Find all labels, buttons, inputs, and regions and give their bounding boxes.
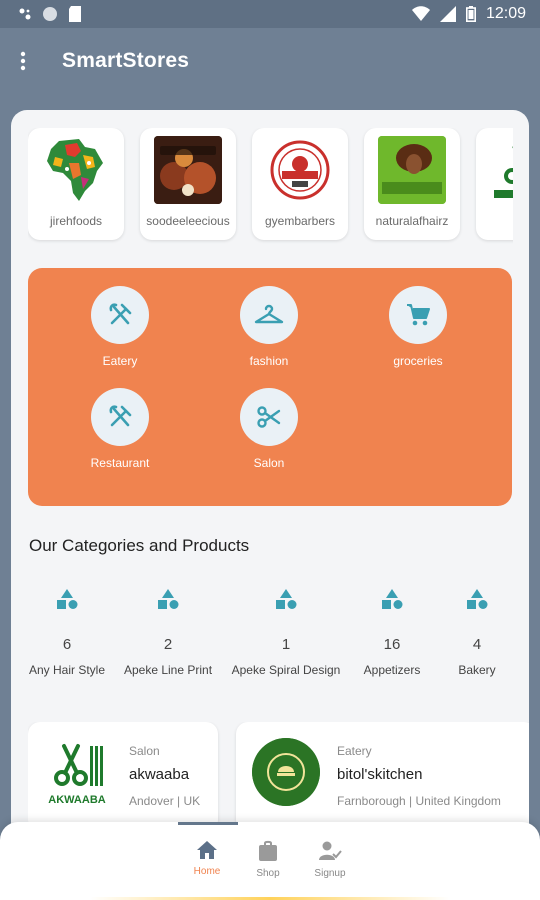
clock: 12:09: [485, 5, 526, 22]
bitols-kitchen-logo: [252, 738, 320, 806]
barber-seal-logo: [266, 136, 334, 204]
product-count: 6: [62, 636, 72, 653]
product-category-item[interactable]: 2 Apeke Line Print: [108, 588, 228, 677]
shapes-icon: [276, 589, 297, 609]
category-restaurant[interactable]: Restaurant: [60, 388, 180, 470]
person-check-icon: [319, 841, 342, 860]
category-label: Salon: [253, 456, 285, 470]
africa-map-logo: [42, 136, 110, 204]
sd-card-icon: [69, 6, 81, 22]
product-category-item[interactable]: 4 Bakery: [417, 588, 529, 677]
category-eatery[interactable]: Eatery: [60, 286, 180, 368]
shapes-icon: [467, 589, 488, 609]
store-card[interactable]: soodeeleecious: [140, 128, 236, 240]
business-category: Salon: [129, 744, 160, 758]
category-salon[interactable]: Salon: [209, 388, 329, 470]
product-category-item[interactable]: 1 Apeke Spiral Design: [226, 588, 346, 677]
store-carousel[interactable]: jirehfoods soodeeleecious gyembarbers na…: [28, 128, 513, 246]
category-label: Eatery: [102, 354, 138, 368]
nav-signup[interactable]: Signup: [300, 840, 360, 879]
product-count: 1: [281, 636, 291, 653]
status-bar: 12:09: [0, 0, 540, 28]
scissors-icon: [257, 406, 281, 428]
store-card[interactable]: gyembarbers: [252, 128, 348, 240]
home-icon: [197, 841, 217, 859]
restaurant-photo-logo: [154, 136, 222, 204]
product-count: 4: [472, 636, 482, 653]
store-name: soodeeleecious: [146, 214, 230, 228]
product-name: Apeke Line Print: [123, 663, 213, 677]
section-title: Our Categories and Products: [29, 536, 250, 555]
store-name: gyembarbers: [264, 214, 336, 228]
store-card[interactable]: jirehfoods: [28, 128, 124, 240]
fork-knife-icon: [109, 405, 132, 427]
fork-knife-icon: [109, 303, 132, 325]
business-name: bitol'skitchen: [337, 766, 423, 783]
shopping-bag-icon: [259, 840, 277, 861]
active-tab-indicator: [178, 822, 238, 825]
battery-icon: [465, 6, 476, 22]
app-bar: SmartStores: [0, 28, 540, 94]
shapes-icon: [57, 589, 78, 609]
nav-home[interactable]: Home: [177, 840, 237, 877]
store-name: naturalafhairz: [375, 214, 449, 228]
bottom-navigation: Home Shop Signup: [0, 822, 540, 900]
app-title: SmartStores: [62, 49, 190, 72]
business-card[interactable]: Eatery bitol'skitchen Farnborough | Unit…: [236, 722, 529, 832]
hanger-icon: [254, 304, 284, 324]
product-categories-row: 6 Any Hair Style 2 Apeke Line Print 1 Ap…: [11, 588, 529, 698]
akwaaba-logo-text: AKWAABA: [48, 794, 106, 806]
business-card[interactable]: AKWAABA Salon akwaaba Andover | UK: [28, 722, 218, 832]
circle-icon: [43, 7, 57, 21]
category-label: Restaurant: [90, 456, 150, 470]
product-name: Appetizers: [363, 663, 421, 677]
category-fashion[interactable]: fashion: [209, 286, 329, 368]
category-panel: Eatery fashion groceries Restaurant Salo…: [28, 268, 512, 506]
more-vertical-icon: [20, 51, 26, 71]
product-count: 2: [163, 636, 173, 653]
business-category: Eatery: [337, 744, 372, 758]
store-card[interactable]: naturalafhairz: [364, 128, 460, 240]
nav-label: Signup: [314, 868, 346, 879]
akwaaba-logo: AKWAABA: [46, 738, 106, 808]
category-label: groceries: [393, 354, 443, 368]
category-label: fashion: [249, 354, 289, 368]
wifi-icon: [411, 6, 430, 21]
product-name: Any Hair Style: [28, 663, 106, 677]
cart-icon: [407, 304, 430, 326]
akwaaba-scissors-logo: [490, 136, 513, 204]
product-name: Bakery: [458, 663, 496, 677]
store-card[interactable]: akw: [476, 128, 513, 240]
natural-hair-logo: [378, 136, 446, 204]
shapes-icon: [382, 589, 403, 609]
store-name: jirehfoods: [49, 214, 103, 228]
business-location: Farnborough | United Kingdom: [337, 794, 501, 808]
shapes-icon: [158, 589, 179, 609]
category-groceries[interactable]: groceries: [358, 286, 478, 368]
nav-shop[interactable]: Shop: [238, 840, 298, 879]
business-location: Andover | UK: [129, 794, 201, 808]
notification-dot-icon: [19, 8, 31, 20]
business-name: akwaaba: [129, 766, 190, 783]
main-content: jirehfoods soodeeleecious gyembarbers na…: [11, 110, 529, 900]
product-name: Apeke Spiral Design: [231, 663, 341, 677]
product-count: 16: [383, 636, 401, 653]
nav-label: Shop: [256, 868, 280, 879]
nav-label: Home: [193, 866, 221, 877]
signal-icon: [439, 6, 456, 22]
overflow-menu-button[interactable]: [0, 38, 46, 84]
